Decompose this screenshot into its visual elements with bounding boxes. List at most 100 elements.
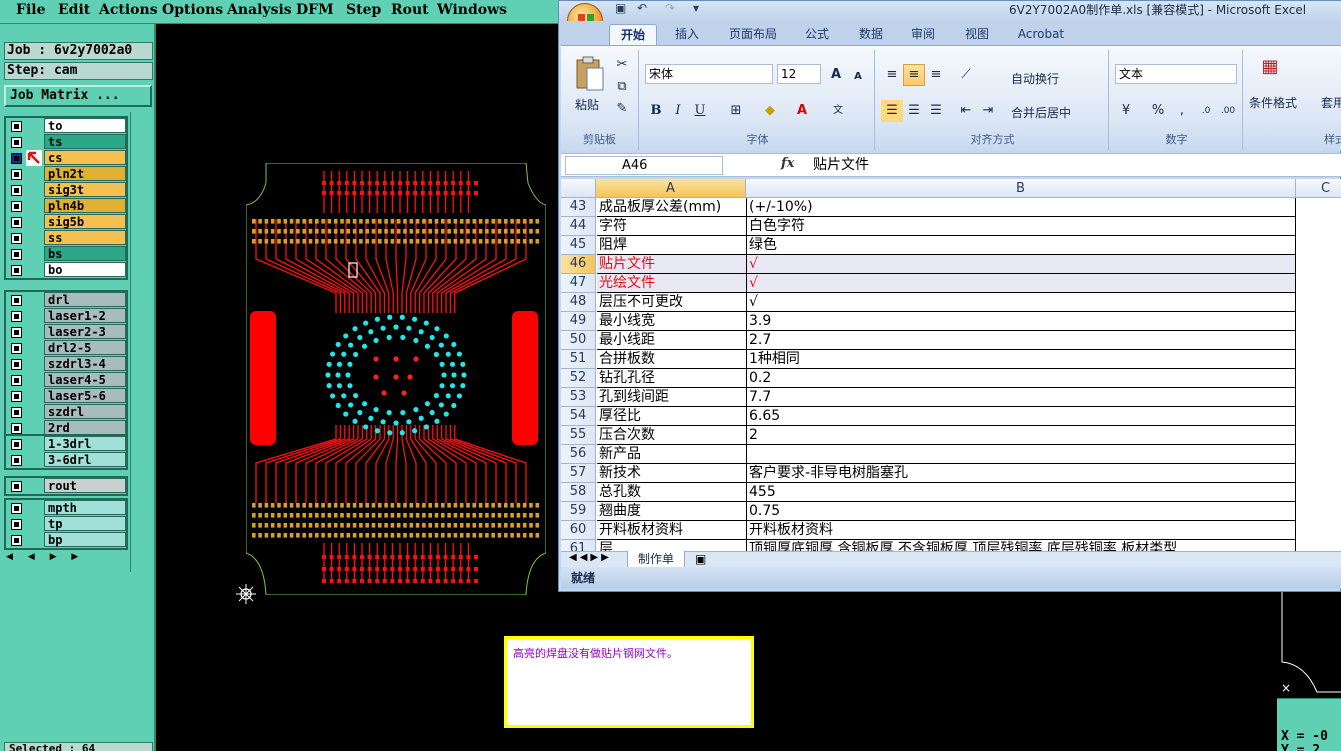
layer-name[interactable]: laser1-2 — [44, 308, 126, 323]
align-left-icon[interactable]: ☰ — [881, 100, 903, 122]
layer-row[interactable]: bs — [6, 246, 126, 262]
layer-name[interactable]: drl2-5 — [44, 340, 126, 355]
tab-formulas[interactable]: 公式 — [799, 24, 835, 45]
layer-name[interactable]: drl — [44, 292, 126, 307]
layer-name[interactable]: tp — [44, 516, 126, 531]
layer-checkbox[interactable] — [11, 153, 22, 164]
layer-name[interactable]: cs — [44, 150, 126, 165]
align-middle-icon[interactable]: ≡ — [903, 64, 925, 86]
tab-page-layout[interactable]: 页面布局 — [721, 24, 785, 45]
row-header[interactable]: 57 — [561, 464, 596, 483]
cell-b[interactable]: √ — [747, 274, 1296, 293]
job-matrix-button[interactable]: Job Matrix ... — [4, 85, 152, 107]
cell-b[interactable]: √ — [747, 255, 1296, 274]
menu-actions[interactable]: Actions — [99, 2, 158, 18]
layer-name[interactable]: 2rd — [44, 420, 126, 435]
layer-name[interactable]: rout — [44, 478, 126, 493]
cell-a[interactable]: 新产品 — [597, 445, 747, 464]
fx-icon[interactable]: fx — [781, 156, 794, 171]
paste-button[interactable]: 粘贴 — [575, 96, 599, 113]
layer-name[interactable]: pln2t — [44, 166, 126, 181]
cell-a[interactable]: 孔到线间距 — [597, 388, 747, 407]
layer-nav-arrows[interactable]: ◀ ◀ ▶ ▶ — [6, 552, 84, 562]
layer-row[interactable]: szdrl3-4 — [6, 356, 126, 372]
cell-b[interactable]: 绿色 — [747, 236, 1296, 255]
sheet-tab[interactable]: 制作单 — [627, 551, 686, 568]
cell-a[interactable]: 最小线距 — [597, 331, 747, 350]
layer-checkbox[interactable] — [11, 265, 22, 276]
layer-checkbox[interactable] — [11, 169, 22, 180]
cell-b[interactable]: 3.9 — [747, 312, 1296, 331]
conditional-format-button[interactable]: 条件格式 — [1249, 94, 1297, 111]
cell-b[interactable]: 1种相同 — [747, 350, 1296, 369]
decrease-indent-icon[interactable]: ⇤ — [955, 100, 977, 122]
layer-name[interactable]: laser2-3 — [44, 324, 126, 339]
font-size-select[interactable]: 12 — [777, 64, 821, 84]
row-header[interactable]: 59 — [561, 502, 596, 521]
decrease-decimal-icon[interactable]: .00 — [1217, 100, 1239, 122]
layer-name[interactable]: sig3t — [44, 182, 126, 197]
cell-a[interactable]: 字符 — [597, 217, 747, 236]
name-box[interactable]: A46 — [565, 156, 723, 175]
layer-name[interactable]: sig5b — [44, 214, 126, 229]
row-header[interactable]: 54 — [561, 407, 596, 426]
grow-font-icon[interactable]: A — [825, 64, 847, 86]
layer-row[interactable]: 3-6drl — [6, 452, 126, 468]
layer-row[interactable]: pln2t — [6, 166, 126, 182]
paste-icon[interactable] — [575, 56, 605, 92]
row-header[interactable]: 48 — [561, 293, 596, 312]
menu-analysis[interactable]: Analysis — [227, 2, 292, 18]
menu-step[interactable]: Step — [346, 2, 381, 18]
layer-name[interactable]: szdrl — [44, 404, 126, 419]
cell-a[interactable]: 合拼板数 — [597, 350, 747, 369]
align-bottom-icon[interactable]: ≡ — [925, 64, 947, 86]
cell-b[interactable]: √ — [747, 293, 1296, 312]
layer-checkbox[interactable] — [11, 233, 22, 244]
layer-row[interactable]: laser4-5 — [6, 372, 126, 388]
menu-file[interactable]: File — [16, 2, 45, 18]
tab-review[interactable]: 审阅 — [905, 24, 941, 45]
layer-name[interactable]: ss — [44, 230, 126, 245]
layer-name[interactable]: 3-6drl — [44, 452, 126, 467]
cell-b[interactable]: (+/-10%) — [747, 198, 1296, 217]
cell-b[interactable] — [747, 445, 1296, 464]
underline-icon[interactable]: U — [689, 100, 711, 122]
pcb-graphic[interactable] — [246, 163, 546, 595]
cell-a[interactable]: 贴片文件 — [597, 255, 747, 274]
row-header[interactable]: 51 — [561, 350, 596, 369]
layer-checkbox[interactable] — [11, 375, 22, 386]
cell-b[interactable]: 7.7 — [747, 388, 1296, 407]
layer-checkbox[interactable] — [11, 481, 22, 492]
layer-row[interactable]: mpth — [6, 500, 126, 516]
layer-checkbox[interactable] — [11, 503, 22, 514]
cell-a[interactable]: 成品板厚公差(mm) — [597, 198, 747, 217]
layer-row[interactable]: drl2-5 — [6, 340, 126, 356]
layer-name[interactable]: bo — [44, 262, 126, 277]
orientation-icon[interactable]: ⟋ — [955, 64, 977, 86]
layer-row[interactable]: tp — [6, 516, 126, 532]
cell-b[interactable]: 0.75 — [747, 502, 1296, 521]
cell-a[interactable]: 翘曲度 — [597, 502, 747, 521]
layer-row[interactable]: laser1-2 — [6, 308, 126, 324]
italic-icon[interactable]: I — [667, 100, 689, 122]
layer-row[interactable]: rout — [6, 478, 126, 494]
layer-row[interactable]: szdrl — [6, 404, 126, 420]
cell-a[interactable]: 层压不可更改 — [597, 293, 747, 312]
layer-name[interactable]: bs — [44, 246, 126, 261]
layer-row[interactable]: 1-3drl — [6, 436, 126, 452]
copy-icon[interactable]: ⧉ — [611, 76, 633, 98]
layer-checkbox[interactable] — [11, 217, 22, 228]
borders-icon[interactable]: ⊞ — [725, 100, 747, 122]
cell-b[interactable]: 0.2 — [747, 369, 1296, 388]
layer-row[interactable]: ts — [6, 134, 126, 150]
layer-name[interactable]: szdrl3-4 — [44, 356, 126, 371]
row-header[interactable]: 47 — [561, 274, 596, 293]
increase-decimal-icon[interactable]: .0 — [1195, 100, 1217, 122]
cell-a[interactable]: 阻焊 — [597, 236, 747, 255]
layer-row[interactable]: drl — [6, 292, 126, 308]
layer-checkbox[interactable] — [11, 423, 22, 434]
layer-checkbox[interactable] — [11, 439, 22, 450]
cell-b[interactable]: 客户要求-非导电树脂塞孔 — [747, 464, 1296, 483]
cell-a[interactable]: 光绘文件 — [597, 274, 747, 293]
sheet-nav-arrows[interactable]: ◀◀▶▶ — [569, 552, 612, 563]
